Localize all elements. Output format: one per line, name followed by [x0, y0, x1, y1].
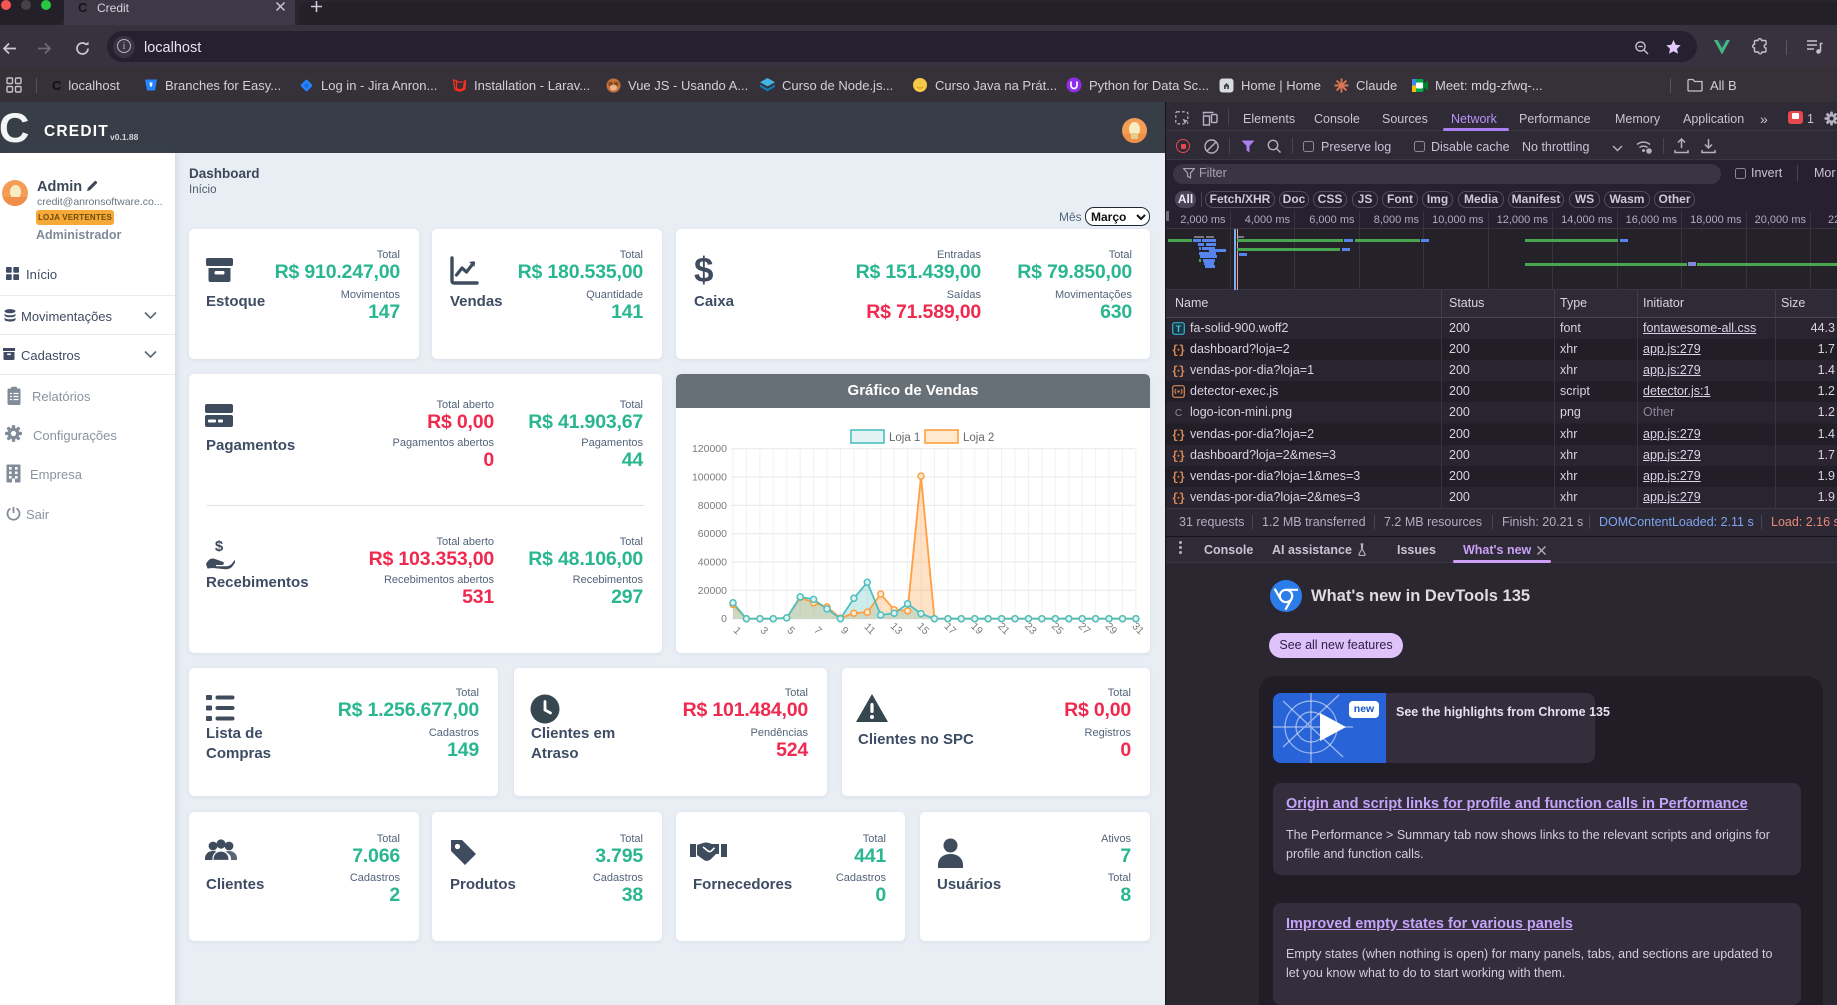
svg-text:5: 5 — [784, 625, 797, 638]
svg-text:13: 13 — [888, 620, 905, 637]
svg-text:3: 3 — [758, 625, 771, 638]
svg-text:$: $ — [215, 538, 224, 555]
svg-text:7: 7 — [811, 625, 824, 638]
svg-text:40000: 40000 — [698, 557, 727, 569]
svg-text:17: 17 — [942, 620, 959, 637]
svg-text:120000: 120000 — [692, 443, 727, 455]
svg-text:80000: 80000 — [698, 500, 727, 512]
svg-text:27: 27 — [1076, 620, 1093, 637]
svg-text:21: 21 — [995, 620, 1012, 637]
svg-text:19: 19 — [968, 620, 985, 637]
svg-text:0: 0 — [721, 613, 727, 625]
svg-text:T: T — [1176, 324, 1182, 334]
svg-text:1: 1 — [731, 625, 744, 638]
svg-text:9: 9 — [838, 625, 851, 638]
svg-text:100000: 100000 — [692, 472, 727, 484]
svg-text:C: C — [1175, 408, 1182, 419]
svg-text:31: 31 — [1130, 620, 1147, 637]
svg-text:15: 15 — [915, 620, 932, 637]
svg-text:20000: 20000 — [698, 585, 727, 597]
svg-text:Loja 1: Loja 1 — [889, 432, 920, 444]
svg-text:25: 25 — [1049, 620, 1066, 637]
svg-text:60000: 60000 — [698, 528, 727, 540]
svg-text:29: 29 — [1103, 620, 1120, 637]
svg-text:11: 11 — [861, 621, 877, 637]
svg-text:Loja 2: Loja 2 — [963, 432, 994, 444]
svg-text:23: 23 — [1022, 620, 1039, 637]
